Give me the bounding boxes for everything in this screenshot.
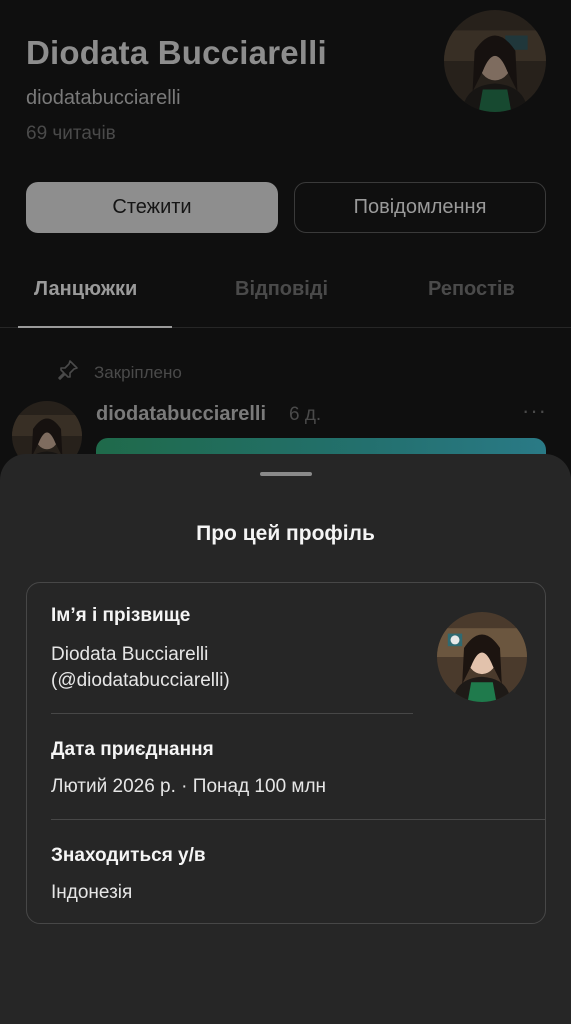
tab-threads[interactable]: Ланцюжки [34,278,137,301]
avatar-image [444,10,546,112]
handle-value: (@diodatabucciarelli) [51,670,230,691]
location-label: Знаходиться у/в [51,845,206,866]
profile-username: diodatabucciarelli [26,87,181,109]
divider [51,713,413,714]
message-button[interactable]: Повідомлення [294,182,546,233]
post-timestamp: 6 д. [289,404,322,425]
joined-value: Лютий 2026 р. · Понад 100 млн [51,776,327,797]
tab-replies[interactable]: Відповіді [235,278,328,301]
pin-icon [56,358,80,387]
location-value: Індонезія [51,882,133,903]
profile-name: Diodata Bucciarelli [26,34,327,71]
profile-tabs: Ланцюжки Відповіді Репостів [0,260,571,328]
about-card: Ім’я і прізвище Diodata Bucciarelli (@di… [26,582,546,924]
about-profile-sheet: Про цей профіль Ім’я і прізвище Diodata … [0,454,571,1024]
pinned-label: Закріплено [94,362,182,382]
followers-count[interactable]: 69 читачів [26,123,116,145]
avatar-image [437,612,527,702]
tab-reposts[interactable]: Репостів [428,278,515,301]
joined-label: Дата приєднання [51,739,214,760]
active-tab-indicator [18,326,172,328]
about-avatar [437,612,527,702]
follow-button[interactable]: Стежити [26,182,278,233]
sheet-title: Про цей профіль [196,522,375,545]
name-value: Diodata Bucciarelli [51,644,209,665]
pinned-indicator: Закріплено [56,358,182,387]
name-label: Ім’я і прізвище [51,605,191,626]
divider [51,819,546,820]
post-username[interactable]: diodatabucciarelli [96,403,266,426]
more-dots-icon[interactable]: ··· [522,398,547,424]
profile-screen: Diodata Bucciarelli diodatabucciarelli 6… [0,0,571,1024]
profile-avatar[interactable] [444,10,546,112]
sheet-drag-handle[interactable] [260,472,312,476]
